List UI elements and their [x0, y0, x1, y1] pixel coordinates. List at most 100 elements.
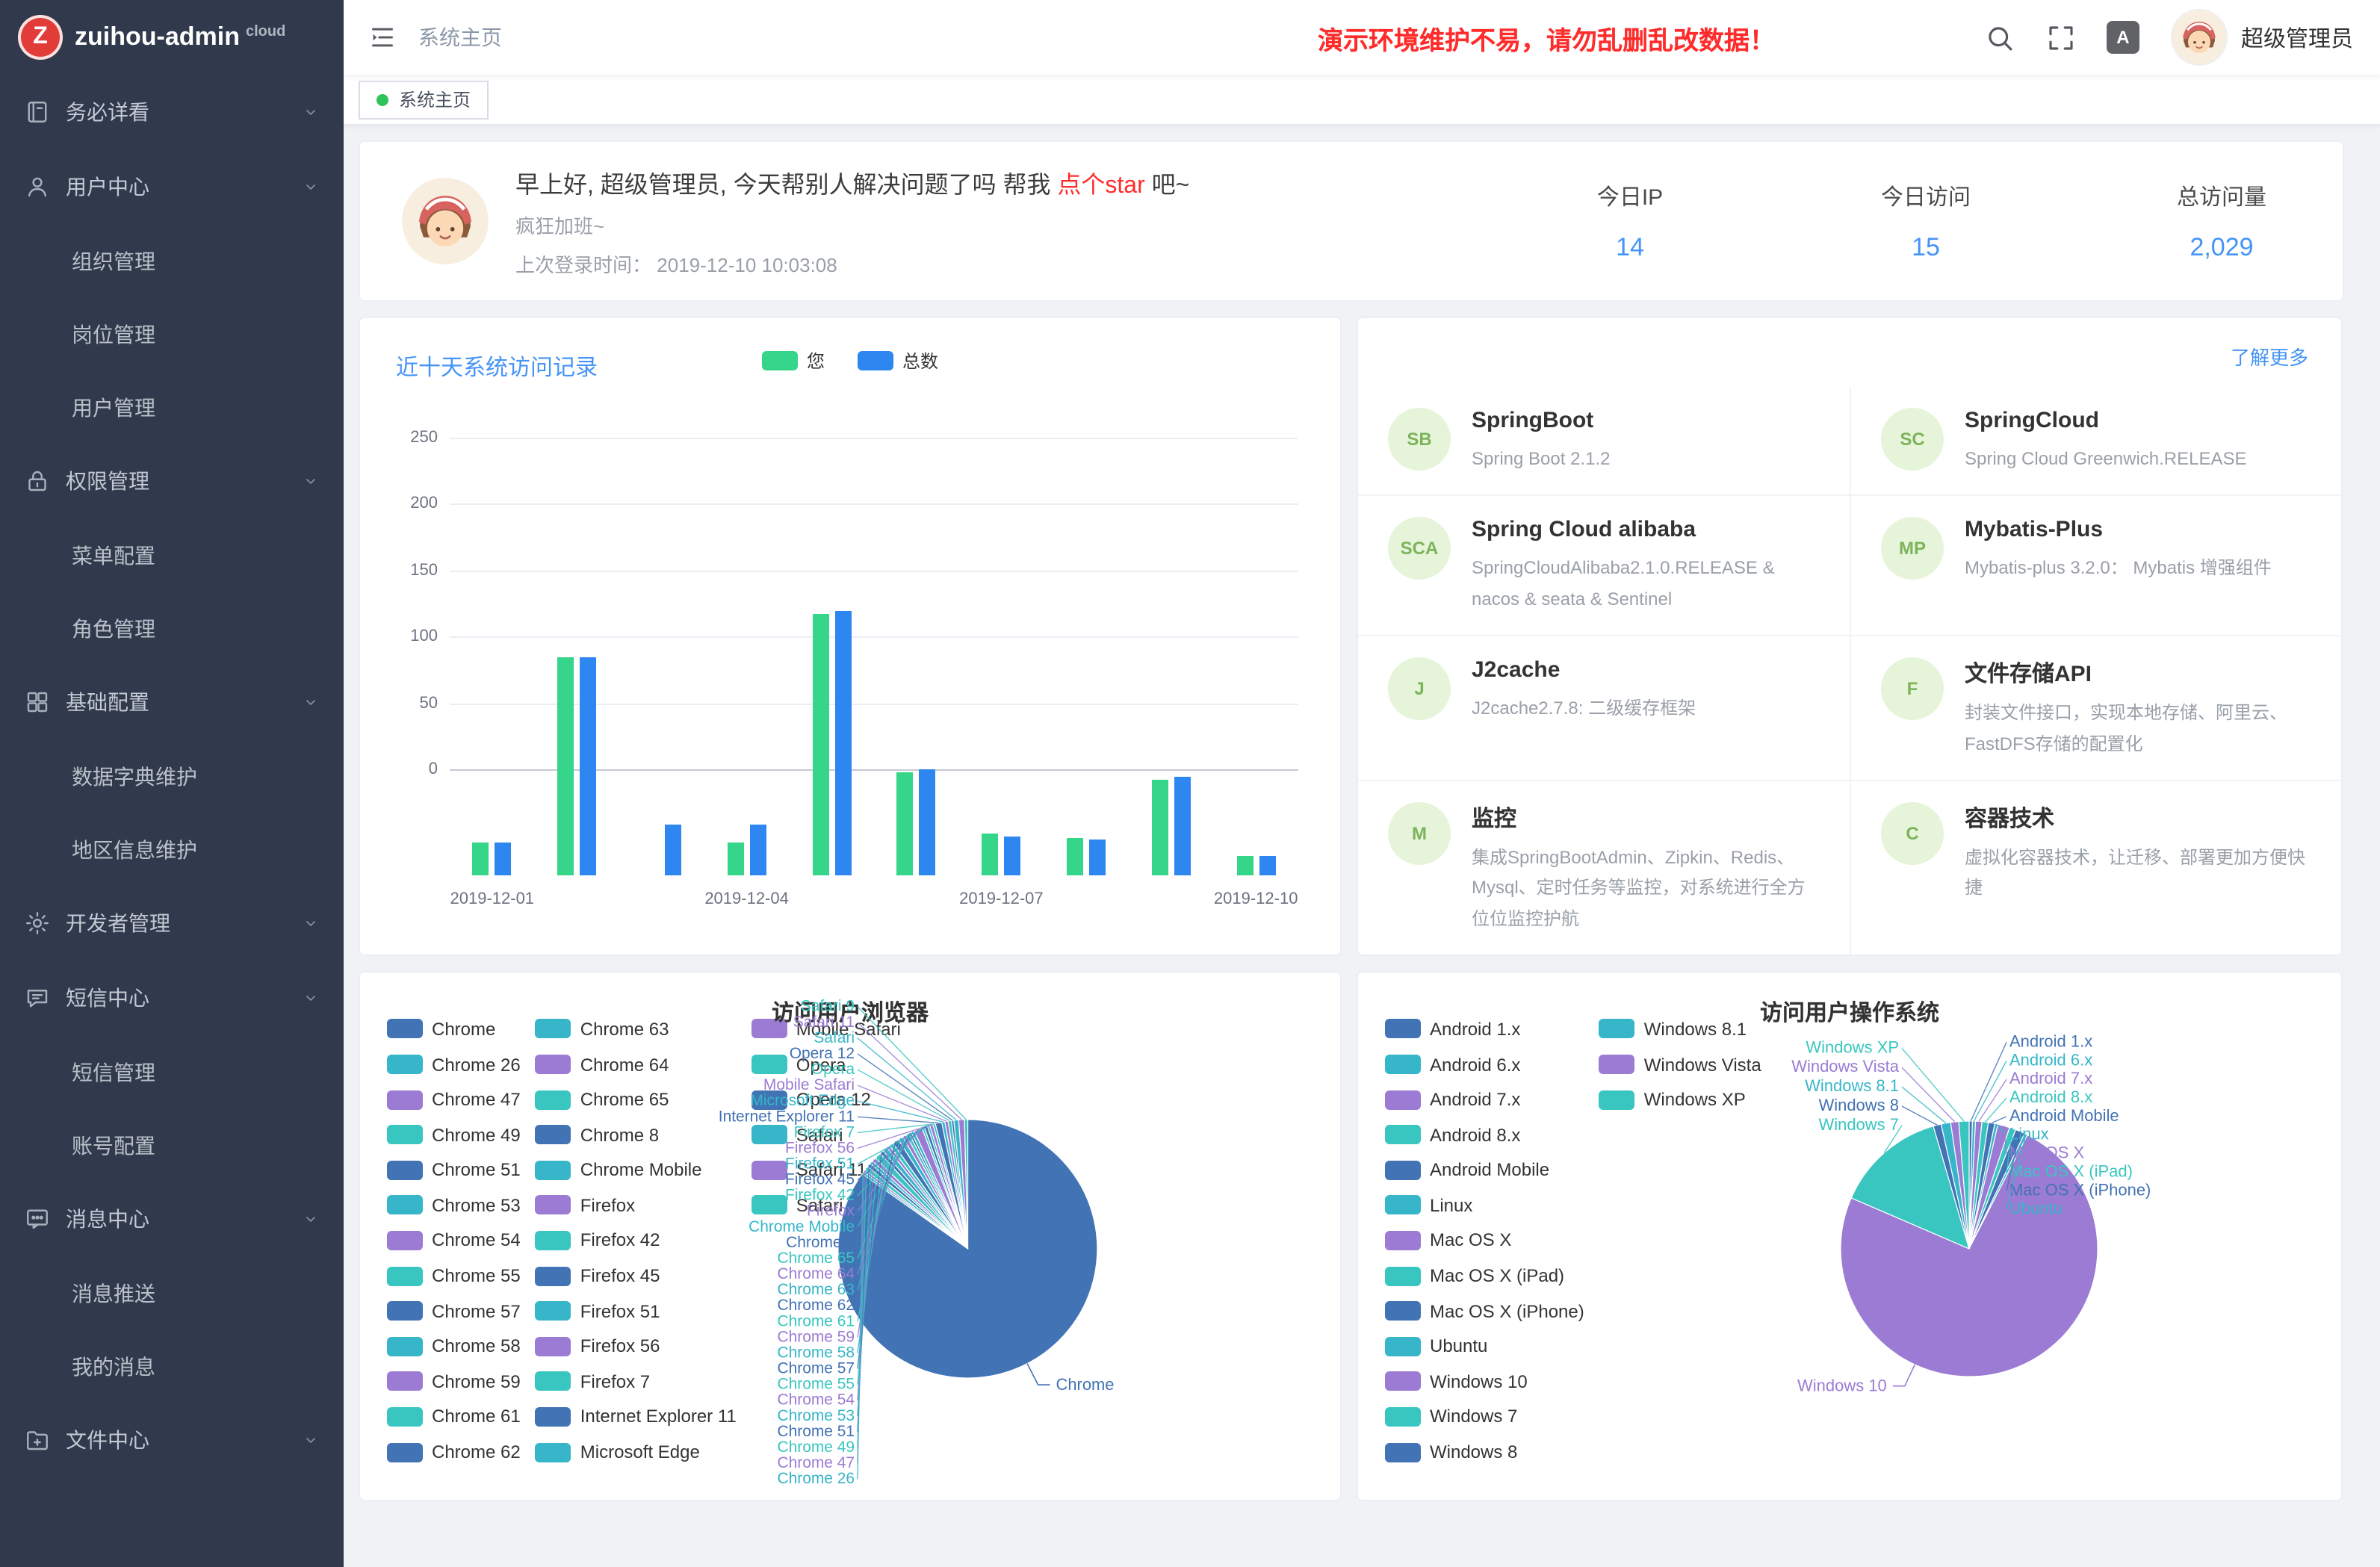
- sidebar-item[interactable]: 开发者管理: [0, 886, 344, 961]
- sidebar-subitem[interactable]: 数据字典维护: [0, 739, 344, 813]
- sidebar-item[interactable]: 短信中心: [0, 961, 344, 1035]
- legend-item[interactable]: Chrome 49: [387, 1124, 521, 1145]
- pie-label-line: [1902, 1106, 1937, 1125]
- legend-item[interactable]: Android 6.x: [1385, 1054, 1584, 1075]
- pie-title: 访问用户浏览器: [360, 972, 1340, 1028]
- legend-item[interactable]: Windows Vista: [1599, 1054, 1761, 1075]
- legend-item[interactable]: Chrome 47: [387, 1089, 521, 1110]
- sidebar-subitem[interactable]: 账号配置: [0, 1108, 344, 1182]
- main-column: 系统主页 演示环境维护不易，请勿乱删乱改数据！ A: [344, 0, 2380, 1567]
- sidebar-subitem[interactable]: 用户管理: [0, 370, 344, 444]
- legend-item[interactable]: Opera 12: [752, 1089, 901, 1110]
- legend-item[interactable]: Firefox 42: [536, 1230, 737, 1251]
- chevron-down-icon: [302, 178, 320, 196]
- bar: [812, 614, 828, 875]
- legend-item[interactable]: Chrome 64: [536, 1054, 737, 1075]
- legend-item[interactable]: Chrome 26: [387, 1054, 521, 1075]
- legend-item[interactable]: Chrome 57: [387, 1300, 521, 1321]
- legend-item[interactable]: Chrome 65: [536, 1089, 737, 1110]
- legend-swatch: [752, 1196, 787, 1215]
- stat-value: 2,029: [2169, 232, 2274, 262]
- legend-item[interactable]: Chrome 58: [387, 1336, 521, 1357]
- legend-item[interactable]: Firefox 56: [536, 1336, 737, 1357]
- sidebar-subitem[interactable]: 组织管理: [0, 224, 344, 297]
- pie-label: Windows 7: [1818, 1115, 1899, 1134]
- sidebar-subitem[interactable]: 我的消息: [0, 1329, 344, 1403]
- legend-label: Android Mobile: [1430, 1160, 1549, 1181]
- collapse-sidebar-icon[interactable]: [368, 22, 397, 52]
- search-icon[interactable]: [1984, 22, 2015, 53]
- legend-item[interactable]: Safari 11: [752, 1160, 901, 1181]
- legend-item[interactable]: Internet Explorer 11: [536, 1406, 737, 1427]
- sidebar-subitem[interactable]: 短信管理: [0, 1035, 344, 1108]
- pie-slice: [1969, 1134, 2027, 1249]
- legend-swatch: [1599, 1055, 1635, 1074]
- sidebar-item[interactable]: 务必详看: [0, 75, 344, 149]
- legend-item[interactable]: Android 8.x: [1385, 1124, 1584, 1145]
- legend-item[interactable]: Firefox 45: [536, 1265, 737, 1286]
- legend-item[interactable]: Microsoft Edge: [536, 1442, 737, 1462]
- legend-item[interactable]: Linux: [1385, 1195, 1584, 1216]
- legend-item[interactable]: Chrome 51: [387, 1160, 521, 1181]
- fullscreen-icon[interactable]: [2045, 22, 2077, 53]
- legend-item[interactable]: Chrome 8: [536, 1124, 737, 1145]
- legend-item[interactable]: Safari 9: [752, 1195, 901, 1216]
- legend-item[interactable]: Ubuntu: [1385, 1336, 1584, 1357]
- sidebar-item[interactable]: 消息中心: [0, 1182, 344, 1256]
- sidebar-subitem[interactable]: 角色管理: [0, 592, 344, 665]
- avatar[interactable]: [2172, 10, 2226, 64]
- tech-title: 容器技术: [1965, 807, 2054, 832]
- font-size-icon[interactable]: A: [2107, 21, 2139, 54]
- tech-item: C容器技术虚拟化容器技术，让迁移、部署更加方便快捷: [1850, 781, 2341, 955]
- legend-item[interactable]: Chrome 55: [387, 1265, 521, 1286]
- sidebar-item[interactable]: 文件中心: [0, 1403, 344, 1477]
- current-user-name[interactable]: 超级管理员: [2241, 22, 2353, 53]
- legend-item[interactable]: Android Mobile: [1385, 1160, 1584, 1181]
- page-content: 早上好, 超级管理员, 今天帮别人解决问题了吗 帮我 点个star 吧~ 疯狂加…: [344, 125, 2380, 1567]
- tech-title: SpringCloud: [1965, 408, 2099, 433]
- sidebar-item[interactable]: 基础配置: [0, 665, 344, 739]
- legend-label: Firefox 7: [580, 1371, 650, 1392]
- legend-item[interactable]: Android 7.x: [1385, 1089, 1584, 1110]
- legend-label: Firefox 42: [580, 1230, 660, 1251]
- pie-slice: [890, 1144, 968, 1249]
- legend-label: Firefox 51: [580, 1300, 660, 1321]
- legend-item[interactable]: Windows 8: [1385, 1442, 1584, 1462]
- legend-item[interactable]: Windows 7: [1385, 1406, 1584, 1427]
- legend-item[interactable]: Firefox 7: [536, 1371, 737, 1392]
- legend-item[interactable]: Mac OS X (iPad): [1385, 1265, 1584, 1286]
- legend-item[interactable]: Chrome 62: [387, 1442, 521, 1462]
- learn-more-link[interactable]: 了解更多: [2231, 342, 2308, 370]
- sidebar-subitem[interactable]: 地区信息维护: [0, 813, 344, 886]
- legend-label: Windows Vista: [1644, 1054, 1761, 1075]
- bar: [473, 843, 489, 875]
- legend-item[interactable]: Chrome 53: [387, 1195, 521, 1216]
- legend-item[interactable]: Firefox: [536, 1195, 737, 1216]
- pie-label-line: [2006, 1129, 2012, 1172]
- legend-item[interactable]: Mac OS X: [1385, 1230, 1584, 1251]
- legend-item[interactable]: Chrome 59: [387, 1371, 521, 1392]
- tab-home[interactable]: 系统主页: [359, 80, 489, 119]
- legend-item[interactable]: Chrome 61: [387, 1406, 521, 1427]
- chevron-down-icon: [302, 472, 320, 490]
- legend-label: 您: [807, 348, 825, 373]
- legend-item[interactable]: 您: [762, 348, 825, 373]
- sidebar-subitem[interactable]: 消息推送: [0, 1256, 344, 1329]
- legend-item[interactable]: Opera: [752, 1054, 901, 1075]
- legend-item[interactable]: Windows 10: [1385, 1371, 1584, 1392]
- sidebar-subitem[interactable]: 菜单配置: [0, 518, 344, 592]
- app-logo[interactable]: Z zuihou-admin cloud: [0, 0, 344, 75]
- legend-item[interactable]: Safari: [752, 1124, 901, 1145]
- sidebar-item[interactable]: 用户中心: [0, 149, 344, 224]
- legend-item[interactable]: Chrome 54: [387, 1230, 521, 1251]
- greeting-suffix: 吧~: [1145, 173, 1190, 199]
- legend-item[interactable]: Firefox 51: [536, 1300, 737, 1321]
- legend-item[interactable]: Chrome Mobile: [536, 1160, 737, 1181]
- sidebar-item[interactable]: 权限管理: [0, 444, 344, 518]
- legend-item[interactable]: 总数: [858, 348, 938, 373]
- bar: [1236, 856, 1253, 876]
- sidebar-subitem[interactable]: 岗位管理: [0, 297, 344, 370]
- legend-item[interactable]: Windows XP: [1599, 1089, 1761, 1110]
- legend-item[interactable]: Mac OS X (iPhone): [1385, 1300, 1584, 1321]
- star-link[interactable]: 点个star: [1057, 173, 1144, 199]
